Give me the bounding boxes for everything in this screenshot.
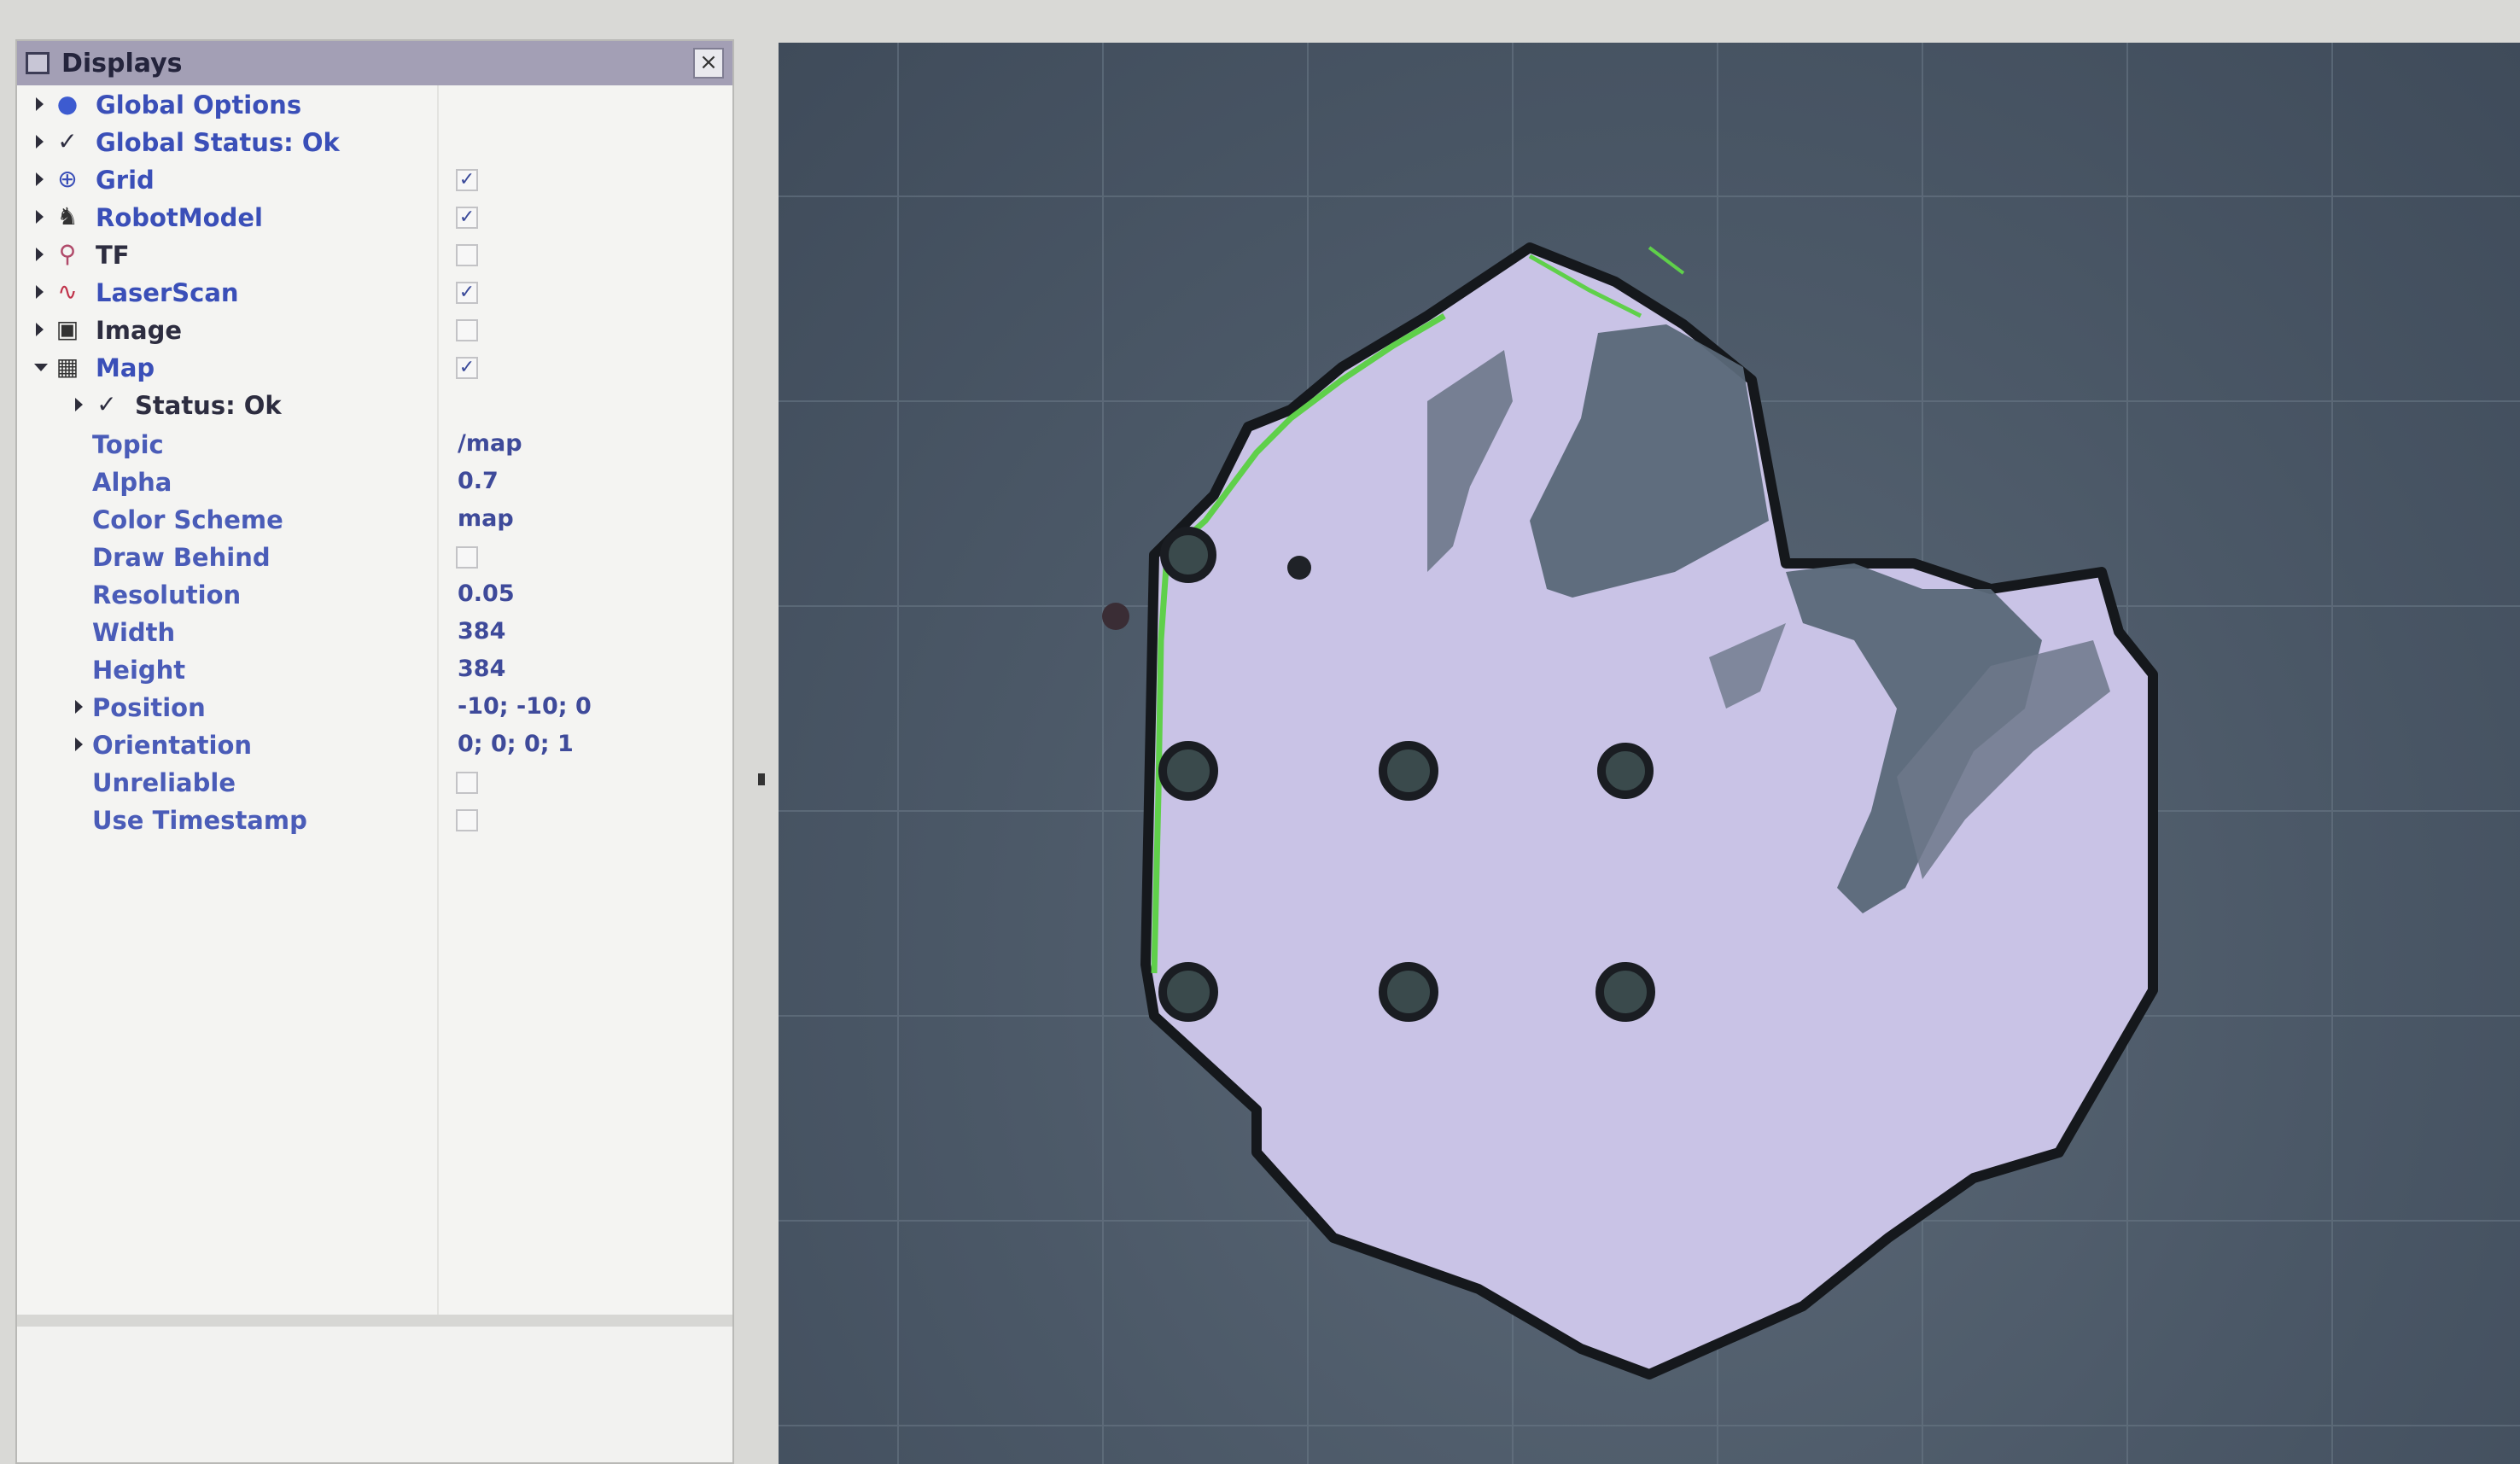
prop-label: Topic (92, 430, 164, 459)
prop-label: Draw Behind (92, 543, 271, 572)
tree-item-global-options[interactable]: ● Global Options (17, 85, 732, 123)
check-icon: ✓ (57, 127, 78, 155)
displays-tree: ● Global Options ✓ Global Status: Ok ⊕ G… (17, 85, 732, 1315)
tree-item-label: Map (96, 353, 155, 382)
grid-icon: ⊕ (57, 165, 78, 193)
width-value: 384 (458, 618, 506, 645)
expand-arrow-icon[interactable] (75, 738, 83, 751)
resolution-value: 0.05 (458, 580, 515, 607)
expand-arrow-icon[interactable] (36, 285, 44, 299)
displays-panel: Displays × ● Global Options ✓ Global Sta… (15, 39, 734, 1464)
enabled-checkbox[interactable]: ✓ (456, 282, 478, 304)
tree-item-label: LaserScan (96, 278, 239, 307)
tree-item-label: Grid (96, 166, 155, 195)
prop-label: Unreliable (92, 768, 236, 797)
tree-item-robotmodel[interactable]: ♞ RobotModel ✓ (17, 198, 732, 236)
tree-item-label: Global Status: Ok (96, 128, 340, 157)
prop-label: Orientation (92, 731, 253, 760)
expand-arrow-icon[interactable] (36, 135, 44, 149)
tree-item-label: Image (96, 316, 183, 345)
enabled-checkbox[interactable]: ✓ (456, 357, 478, 379)
prop-use-timestamp[interactable]: Use Timestamp (17, 801, 732, 838)
prop-label: Resolution (92, 580, 242, 610)
expand-arrow-icon[interactable] (36, 323, 44, 336)
tree-item-map[interactable]: ▦ Map ✓ (17, 348, 732, 386)
tree-item-label: TF (96, 241, 130, 270)
globe-icon: ● (56, 90, 79, 118)
color-scheme-value[interactable]: map (458, 505, 514, 532)
unreliable-checkbox[interactable] (456, 772, 478, 794)
prop-topic[interactable]: Topic /map (17, 425, 732, 463)
map-status-label: Status: Ok (135, 391, 282, 420)
prop-label: Width (92, 618, 176, 647)
tree-item-image[interactable]: ▣ Image (17, 311, 732, 348)
prop-width[interactable]: Width 384 (17, 613, 732, 650)
displays-title: Displays (61, 48, 183, 79)
expand-arrow-icon[interactable] (36, 172, 44, 186)
enabled-checkbox[interactable] (456, 244, 478, 266)
laser-scan (1648, 246, 1685, 275)
column-divider[interactable] (437, 85, 439, 1315)
render-viewport[interactable] (779, 43, 2520, 1464)
tree-item-label: RobotModel (96, 203, 263, 232)
map-icon: ▦ (55, 353, 79, 381)
prop-label: Alpha (92, 468, 172, 497)
orientation-value[interactable]: 0; 0; 0; 1 (458, 731, 574, 757)
tree-item-label: Global Options (96, 90, 302, 120)
property-description-area (17, 1327, 732, 1462)
prop-draw-behind[interactable]: Draw Behind (17, 538, 732, 575)
splitter-handle[interactable] (758, 773, 765, 785)
prop-orientation[interactable]: Orientation 0; 0; 0; 1 (17, 726, 732, 763)
tree-item-grid[interactable]: ⊕ Grid ✓ (17, 160, 732, 198)
expand-arrow-icon[interactable] (36, 97, 44, 111)
robot-icon: ♞ (56, 202, 79, 230)
prop-unreliable[interactable]: Unreliable (17, 763, 732, 801)
use-timestamp-checkbox[interactable] (456, 809, 478, 831)
prop-alpha[interactable]: Alpha 0.7 (17, 463, 732, 500)
displays-titlebar[interactable]: Displays × (17, 41, 732, 85)
position-value[interactable]: -10; -10; 0 (458, 693, 592, 720)
prop-color-scheme[interactable]: Color Scheme map (17, 500, 732, 538)
collapse-arrow-icon[interactable] (34, 364, 48, 371)
prop-resolution[interactable]: Resolution 0.05 (17, 575, 732, 613)
expand-arrow-icon[interactable] (75, 398, 83, 411)
height-value: 384 (458, 656, 506, 682)
expand-arrow-icon[interactable] (36, 210, 44, 224)
panel-splitter[interactable] (17, 1315, 732, 1327)
tree-item-tf[interactable]: ⚲ TF (17, 236, 732, 273)
expand-arrow-icon[interactable] (36, 248, 44, 261)
prop-position[interactable]: Position -10; -10; 0 (17, 688, 732, 726)
close-icon[interactable]: × (693, 48, 724, 79)
enabled-checkbox[interactable]: ✓ (456, 207, 478, 229)
topic-value[interactable]: /map (458, 430, 522, 457)
image-icon: ▣ (55, 315, 79, 343)
prop-label: Use Timestamp (92, 806, 307, 835)
map-render (779, 43, 2520, 1464)
prop-label: Position (92, 693, 206, 722)
enabled-checkbox[interactable]: ✓ (456, 169, 478, 191)
laserscan-icon: ∿ (57, 277, 78, 306)
displays-panel-icon (26, 52, 50, 74)
map-status-item[interactable]: ✓ Status: Ok (17, 386, 732, 423)
enabled-checkbox[interactable] (456, 319, 478, 341)
check-icon: ✓ (96, 390, 117, 418)
draw-behind-checkbox[interactable] (456, 546, 478, 569)
tree-item-global-status[interactable]: ✓ Global Status: Ok (17, 123, 732, 160)
prop-label: Height (92, 656, 186, 685)
prop-label: Color Scheme (92, 505, 283, 534)
rviz-window: Displays × ● Global Options ✓ Global Sta… (0, 0, 2520, 1464)
expand-arrow-icon[interactable] (75, 700, 83, 714)
tf-icon: ⚲ (58, 240, 77, 268)
alpha-value[interactable]: 0.7 (458, 468, 499, 494)
prop-height[interactable]: Height 384 (17, 650, 732, 688)
tree-item-laserscan[interactable]: ∿ LaserScan ✓ (17, 273, 732, 311)
